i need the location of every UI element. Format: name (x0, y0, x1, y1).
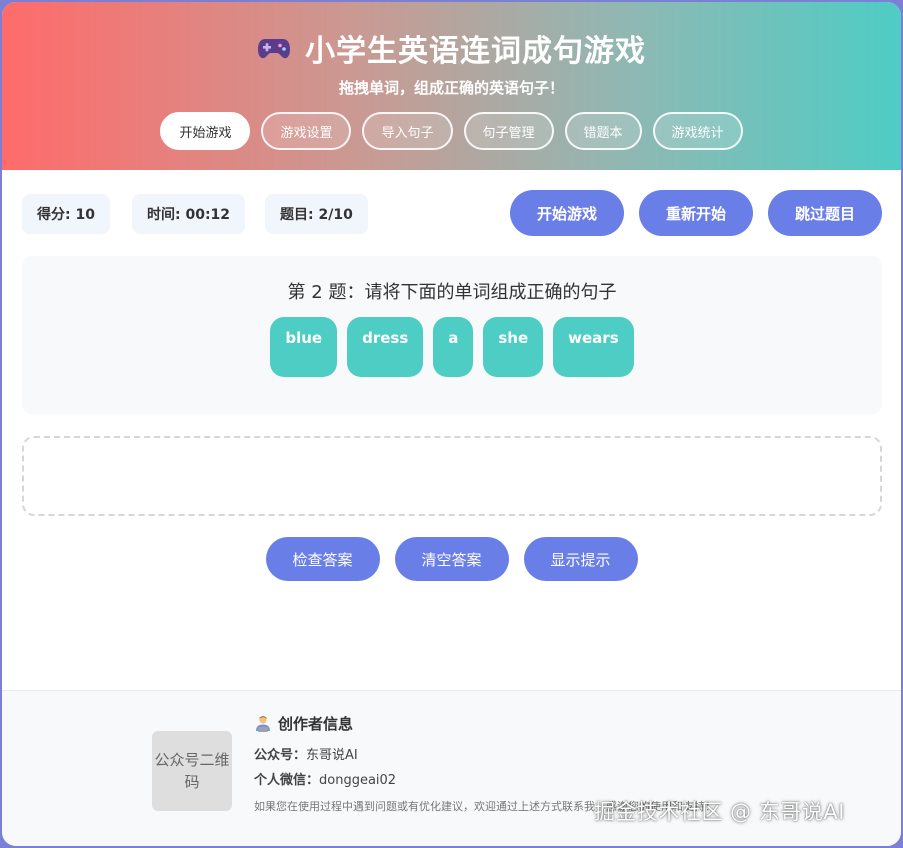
skip-question-button[interactable]: 跳过题目 (768, 190, 882, 236)
account-line: 公众号：东哥说AI (254, 748, 358, 763)
word-tile[interactable]: wears (553, 317, 634, 377)
nav-game-stats[interactable]: 游戏统计 (652, 112, 743, 150)
creator-info-title: 创作者信息 (254, 713, 744, 734)
clear-answer-button[interactable]: 清空答案 (394, 537, 509, 581)
watermark: 掘金技术社区 @ 东哥说AI (594, 800, 845, 824)
gamepad-icon (258, 39, 290, 59)
subtitle: 拖拽单词，组成正确的英语句子！ (338, 79, 564, 97)
show-hint-button[interactable]: 显示提示 (523, 537, 638, 581)
game-toolbar: 得分: 10 时间: 00:12 题目: 2/10 开始游戏 重新开始 跳过题目 (22, 190, 882, 236)
technologist-icon (256, 715, 270, 732)
word-bank: blue dress a she wears (22, 317, 882, 377)
time-display: 时间: 00:12 (132, 194, 246, 234)
nav-mistake-book[interactable]: 错题本 (564, 112, 642, 150)
start-game-button[interactable]: 开始游戏 (510, 190, 624, 236)
qr-code-placeholder: 公众号二维码 (152, 731, 232, 811)
nav-bar: 开始游戏 游戏设置 导入句子 句子管理 错题本 游戏统计 (2, 112, 901, 150)
nav-import-sentences[interactable]: 导入句子 (362, 112, 453, 150)
restart-button[interactable]: 重新开始 (639, 190, 753, 236)
header: 小学生英语连词成句游戏 拖拽单词，组成正确的英语句子！ 开始游戏 游戏设置 导入… (2, 2, 901, 170)
wechat-line: 个人微信：donggeai02 (254, 773, 397, 788)
word-tile[interactable]: blue (270, 317, 338, 377)
nav-start-game[interactable]: 开始游戏 (160, 112, 251, 150)
word-tile[interactable]: a (433, 317, 474, 377)
score-display: 得分: 10 (22, 194, 110, 234)
word-tile[interactable]: she (483, 317, 544, 377)
page-title: 小学生英语连词成句游戏 (2, 26, 901, 70)
answer-controls: 检查答案 清空答案 显示提示 (2, 537, 901, 581)
nav-game-settings[interactable]: 游戏设置 (261, 112, 352, 150)
title-text: 小学生英语连词成句游戏 (305, 34, 646, 69)
question-counter: 题目: 2/10 (265, 194, 368, 234)
nav-sentence-management[interactable]: 句子管理 (463, 112, 554, 150)
answer-drop-zone[interactable] (22, 436, 882, 516)
word-tile[interactable]: dress (347, 317, 424, 377)
check-answer-button[interactable]: 检查答案 (265, 537, 380, 581)
question-prompt: 第 2 题：请将下面的单词组成正确的句子 (287, 282, 617, 303)
game-window: 小学生英语连词成句游戏 拖拽单词，组成正确的英语句子！ 开始游戏 游戏设置 导入… (2, 2, 901, 846)
question-panel: 第 2 题：请将下面的单词组成正确的句子 blue dress a she we… (22, 256, 882, 414)
